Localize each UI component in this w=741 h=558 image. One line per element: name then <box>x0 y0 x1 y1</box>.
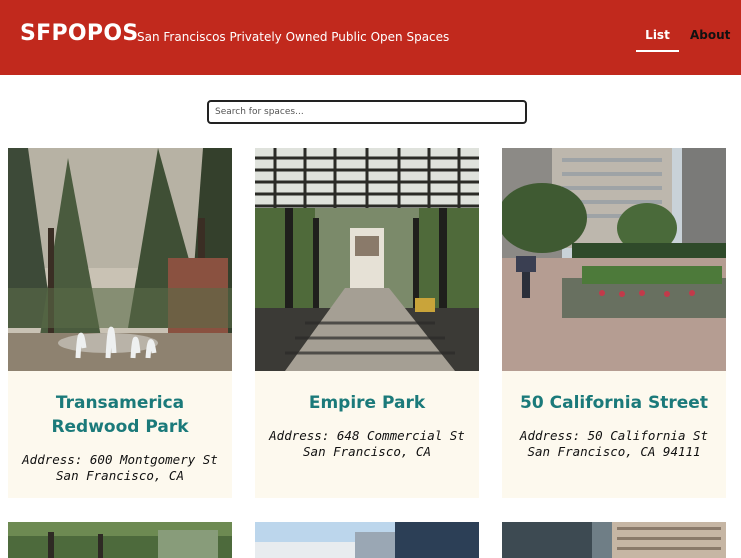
space-address-line1: Address: 50 California St <box>519 428 709 443</box>
space-photo-partial[interactable] <box>8 522 232 558</box>
space-photo-partial[interactable] <box>502 522 726 558</box>
space-photo <box>502 148 726 371</box>
space-address-line2: San Francisco, CA <box>303 444 431 459</box>
space-address-line1: Address: 648 Commercial St <box>269 428 465 443</box>
space-title[interactable]: 50 California Street <box>502 391 726 415</box>
space-photo <box>8 148 232 371</box>
space-address-line2: San Francisco, CA <box>56 468 184 483</box>
space-title[interactable]: Transamerica Redwood Park <box>8 391 232 439</box>
space-card[interactable]: Transamerica Redwood Park Address: 600 M… <box>8 148 232 498</box>
brand-logo[interactable]: SFPOPOS <box>20 21 138 46</box>
space-title[interactable]: Empire Park <box>255 391 479 415</box>
space-photo-partial[interactable] <box>255 522 479 558</box>
search-input[interactable] <box>207 100 527 124</box>
nav-about-link[interactable]: About <box>690 28 730 42</box>
space-card[interactable]: Empire Park Address: 648 Commercial St S… <box>255 148 479 498</box>
space-address-line2: San Francisco, CA 94111 <box>527 444 701 459</box>
space-card[interactable]: 50 California Street Address: 50 Califor… <box>502 148 726 498</box>
tagline: San Franciscos Privately Owned Public Op… <box>137 30 450 44</box>
space-photo <box>255 148 479 371</box>
nav-list-link[interactable]: List <box>636 28 679 52</box>
app-header: SFPOPOS San Franciscos Privately Owned P… <box>0 0 741 75</box>
space-address-line1: Address: 600 Montgomery St <box>22 452 218 467</box>
